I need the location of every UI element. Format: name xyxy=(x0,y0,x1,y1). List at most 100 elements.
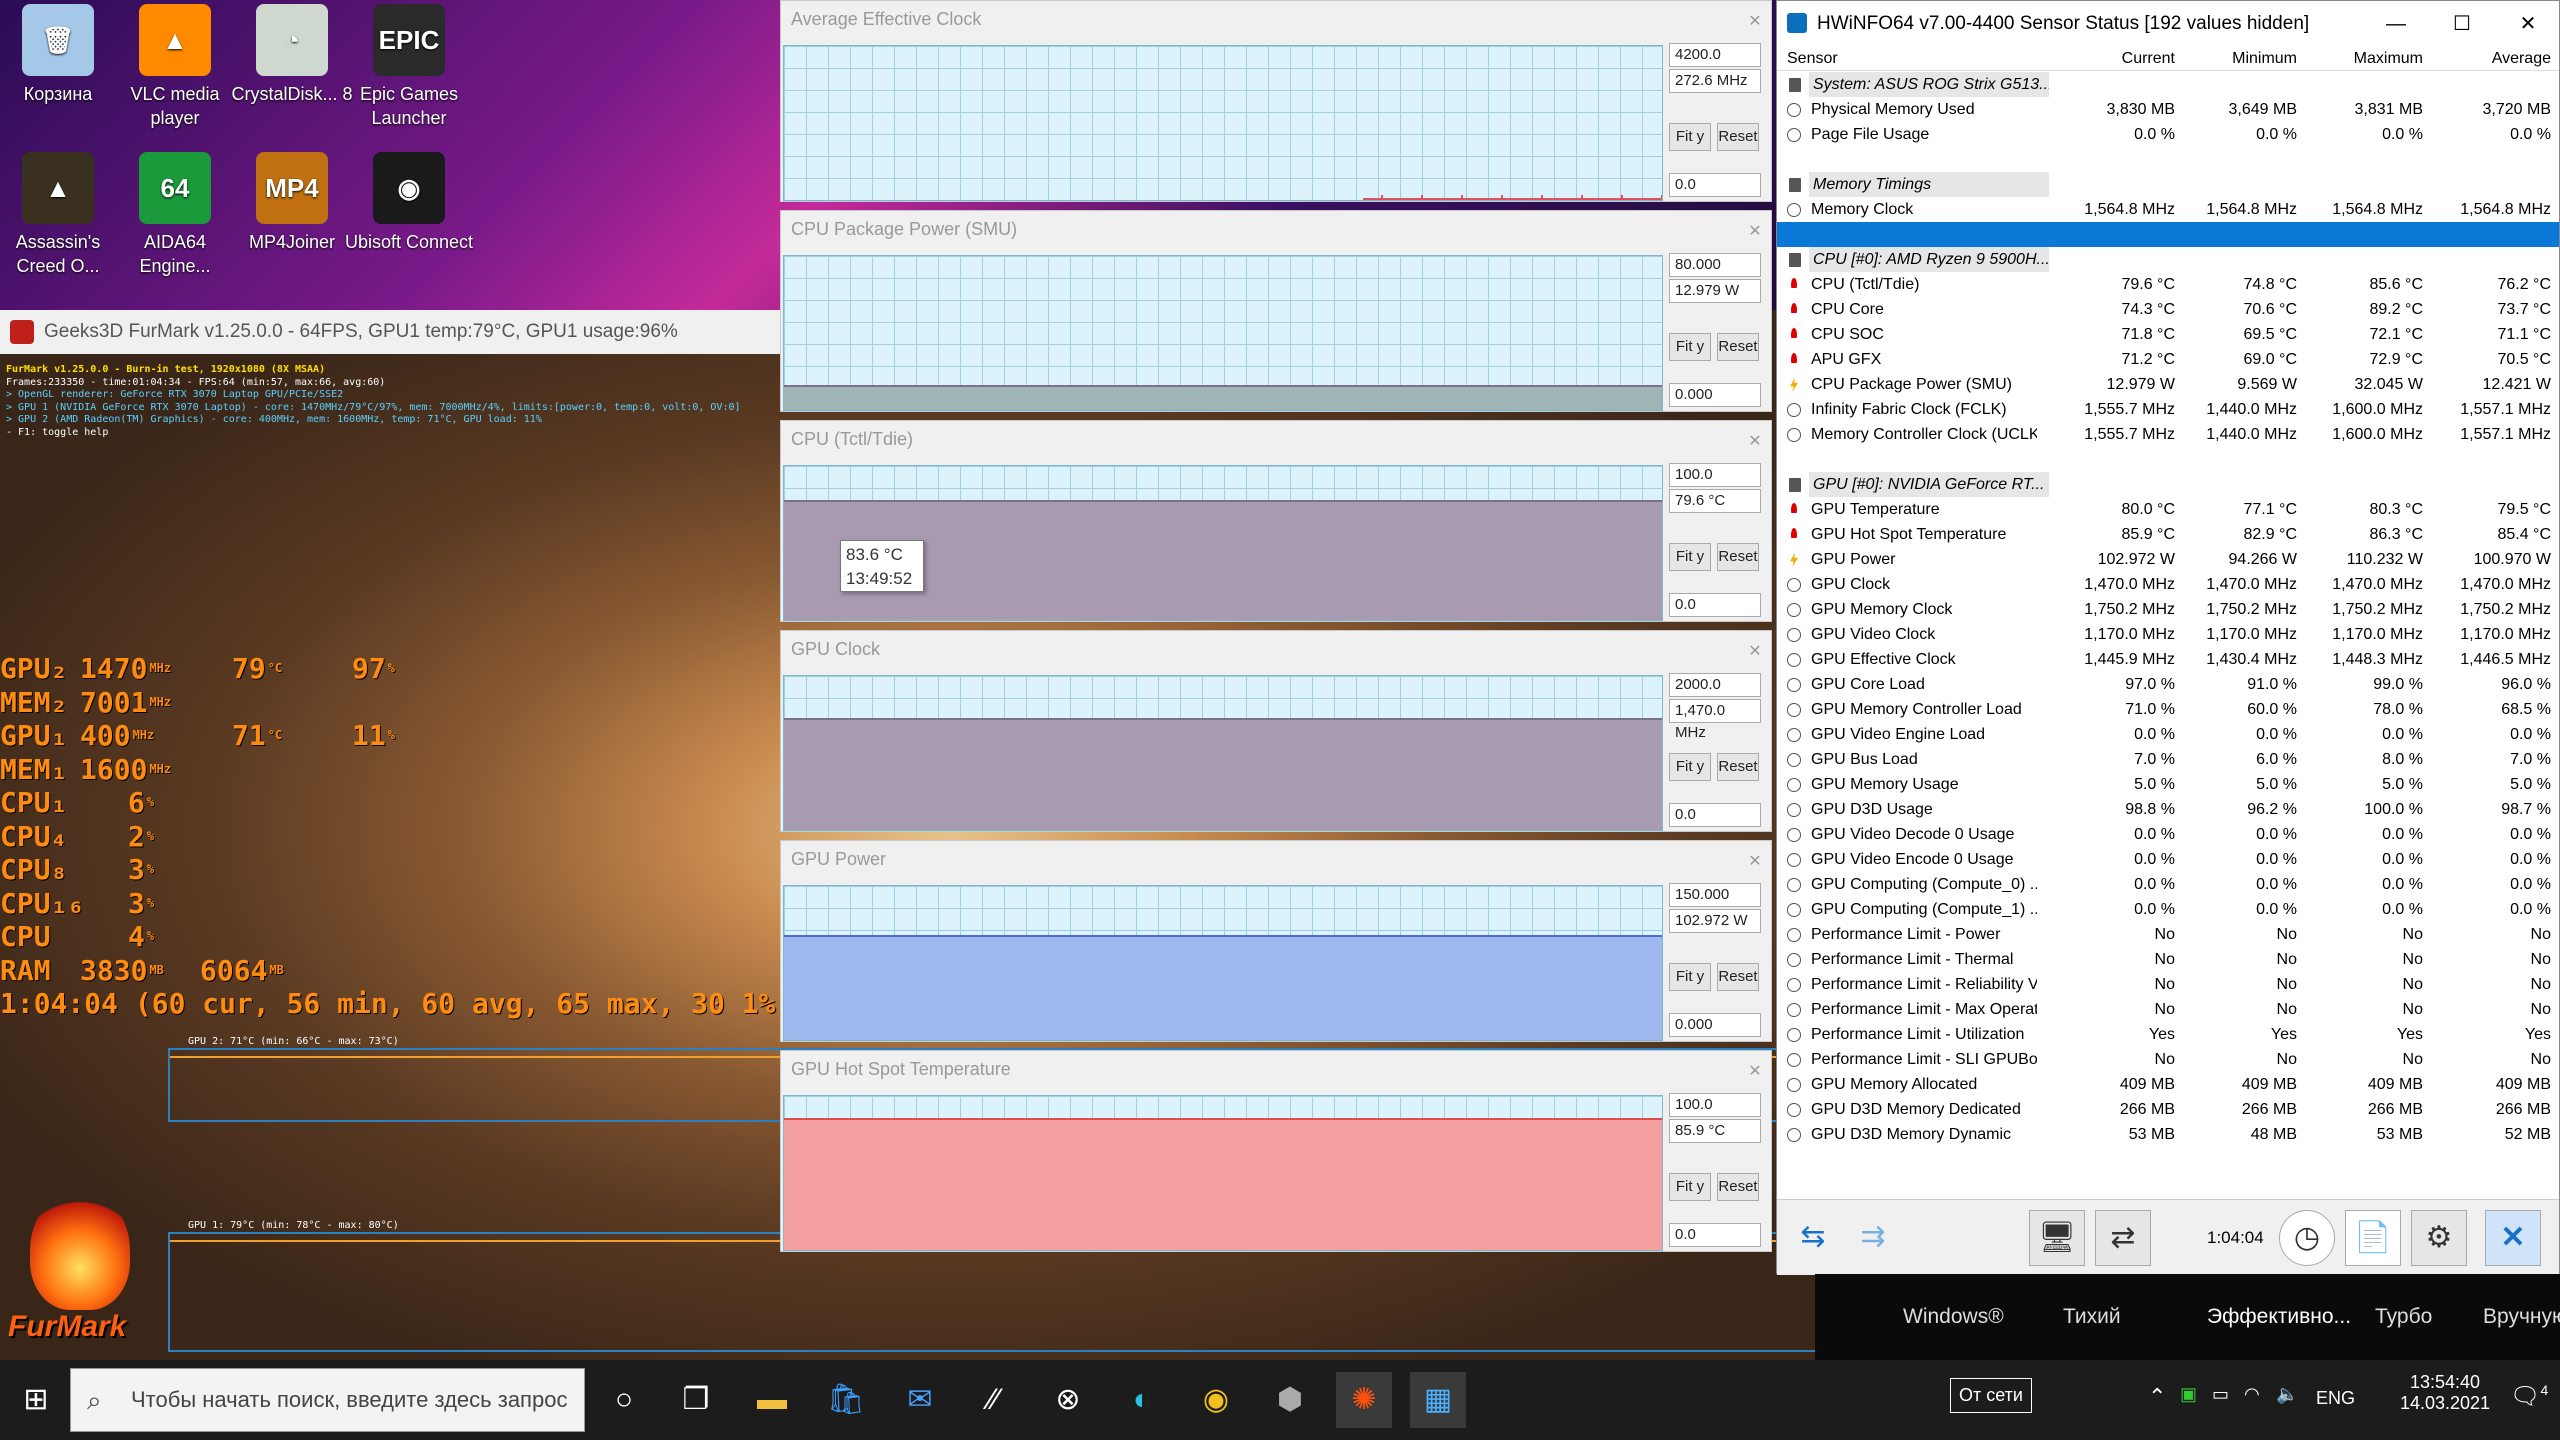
sensor-row[interactable]: GPU Memory Clock 1,750.2 MHz 1,750.2 MHz 1,… xyxy=(1777,597,2559,622)
steam-app-icon[interactable]: ⬢ xyxy=(1262,1372,1318,1428)
header-average[interactable]: Average xyxy=(2429,47,2551,71)
windows-start-icon[interactable]: ⊞ xyxy=(8,1372,64,1428)
fit-y-button[interactable]: Fit y xyxy=(1669,1173,1711,1201)
sensor-row[interactable]: Performance Limit - Power No No No No xyxy=(1777,922,2559,947)
fit-y-button[interactable]: Fit y xyxy=(1669,333,1711,361)
sensor-row[interactable]: GPU Video Clock 1,170.0 MHz 1,170.0 MHz 1,1… xyxy=(1777,622,2559,647)
fit-y-button[interactable]: Fit y xyxy=(1669,753,1711,781)
tray-app-icon[interactable]: ▣ xyxy=(2180,1384,2197,1405)
sensor-group-header[interactable]: GPU [#0]: NVIDIA GeForce RT... xyxy=(1777,472,2559,497)
sensor-group-header[interactable]: CPU [#0]: AMD Ryzen 9 5900H... xyxy=(1777,247,2559,272)
cortana-icon[interactable]: ○ xyxy=(596,1372,652,1428)
minimize-icon[interactable]: — xyxy=(2363,1,2429,47)
reset-button[interactable]: Reset xyxy=(1717,753,1759,781)
graph-close-icon[interactable]: ✕ xyxy=(1743,431,1767,455)
reset-button[interactable]: Reset xyxy=(1717,333,1759,361)
furmark-taskbar-icon[interactable]: ✺ xyxy=(1336,1372,1392,1428)
sensor-row[interactable]: CPU (Tctl/Tdie) 79.6 °C 74.8 °C 85.6 °C 76.2… xyxy=(1777,272,2559,297)
sensor-row[interactable]: GPU Video Encode 0 Usage 0.0 % 0.0 % 0.0 % 0… xyxy=(1777,847,2559,872)
profile-option[interactable]: Тихий xyxy=(2063,1274,2121,1360)
clock[interactable]: 13:54:40 14.03.2021 xyxy=(2390,1372,2500,1414)
sensor-row[interactable]: GPU Bus Load 7.0 % 6.0 % 8.0 % 7.0 % xyxy=(1777,747,2559,772)
sensor-row[interactable]: GPU Video Decode 0 Usage 0.0 % 0.0 % 0.0 % 0… xyxy=(1777,822,2559,847)
sensor-row[interactable]: Memory Controller Clock (UCLK) 1,555.7 MH… xyxy=(1777,422,2559,447)
network-icon[interactable]: ⇄ xyxy=(2095,1210,2151,1266)
sensor-row[interactable]: Page File Usage 0.0 % 0.0 % 0.0 % 0.0 % xyxy=(1777,122,2559,147)
store-icon[interactable]: 🛍 xyxy=(818,1372,874,1428)
graph-close-icon[interactable]: ✕ xyxy=(1743,1061,1767,1085)
sensor-row[interactable]: CPU SOC 71.8 °C 69.5 °C 72.1 °C 71.1 °C xyxy=(1777,322,2559,347)
reset-button[interactable]: Reset xyxy=(1717,1173,1759,1201)
desktop-icon[interactable]: ◉ Ubisoft Connect xyxy=(343,148,475,254)
fit-y-button[interactable]: Fit y xyxy=(1669,123,1711,151)
profile-option[interactable]: Эффективно... xyxy=(2207,1274,2351,1360)
desktop-icon[interactable]: ▲ Assassin's Creed O... xyxy=(0,148,124,278)
graph-close-icon[interactable]: ✕ xyxy=(1743,221,1767,245)
header-current[interactable]: Current xyxy=(2055,47,2175,71)
sensor-row[interactable]: GPU D3D Memory Dynamic 53 MB 48 MB 53 MB 52 … xyxy=(1777,1122,2559,1147)
chrome-icon[interactable]: ◉ xyxy=(1188,1372,1244,1428)
header-sensor[interactable]: Sensor xyxy=(1787,47,2047,71)
sensor-row[interactable]: GPU Hot Spot Temperature 85.9 °C 82.9 °C 86… xyxy=(1777,522,2559,547)
header-minimum[interactable]: Minimum xyxy=(2179,47,2297,71)
expand-arrows-icon[interactable]: ⇆ xyxy=(1785,1210,1841,1266)
furmark-title-bar[interactable]: Geeks3D FurMark v1.25.0.0 - 64FPS, GPU1 … xyxy=(0,310,780,354)
sensor-row[interactable]: CPU Package Power (SMU) 12.979 W 9.569 W 32… xyxy=(1777,372,2559,397)
graph-close-icon[interactable]: ✕ xyxy=(1743,641,1767,665)
sensor-row[interactable]: Performance Limit - Max Operat... No No No N… xyxy=(1777,997,2559,1022)
sensor-row[interactable]: CPU Core 74.3 °C 70.6 °C 89.2 °C 73.7 °C xyxy=(1777,297,2559,322)
reset-button[interactable]: Reset xyxy=(1717,543,1759,571)
graph-close-icon[interactable]: ✕ xyxy=(1743,851,1767,875)
desktop-icon[interactable]: ◔ CrystalDisk... 8 xyxy=(226,0,358,106)
sensor-group-header[interactable]: System: ASUS ROG Strix G513... xyxy=(1777,72,2559,97)
edge-icon[interactable]: ◐ xyxy=(1114,1372,1170,1428)
sensor-row[interactable]: APU GFX 71.2 °C 69.0 °C 72.9 °C 70.5 °C xyxy=(1777,347,2559,372)
sensor-row[interactable]: Performance Limit - Reliability V... No No… xyxy=(1777,972,2559,997)
sensor-row[interactable]: GPU D3D Usage 98.8 % 96.2 % 100.0 % 98.7 % xyxy=(1777,797,2559,822)
add-report-icon[interactable]: 📄 xyxy=(2345,1210,2401,1266)
task-view-icon[interactable]: ❐ xyxy=(668,1372,724,1428)
sensor-row[interactable]: GPU Computing (Compute_1) ... 0.0 % 0.0 % 0… xyxy=(1777,897,2559,922)
sensor-row[interactable]: GPU Effective Clock 1,445.9 MHz 1,430.4 MH… xyxy=(1777,647,2559,672)
notification-icon[interactable]: 🗨4 xyxy=(2510,1382,2548,1411)
battery-icon[interactable]: ▭ xyxy=(2212,1384,2229,1405)
maximize-icon[interactable]: ☐ xyxy=(2429,1,2495,47)
xbox-icon[interactable]: ⊗ xyxy=(1040,1372,1096,1428)
taskbar-search[interactable]: ⌕ Чтобы начать поиск, введите здесь запр… xyxy=(70,1368,585,1432)
sensor-row[interactable]: GPU Power 102.972 W 94.266 W 110.232 W 100.9… xyxy=(1777,547,2559,572)
ai-app-icon[interactable]: ⁄⁄ xyxy=(966,1372,1022,1428)
reset-button[interactable]: Reset xyxy=(1717,963,1759,991)
profile-option[interactable]: Турбо xyxy=(2375,1274,2432,1360)
desktop-icon[interactable]: 64 AIDA64 Engine... xyxy=(109,148,241,278)
reset-button[interactable]: Reset xyxy=(1717,123,1759,151)
file-explorer-icon[interactable]: ▬ xyxy=(744,1372,800,1428)
chevron-up-icon[interactable]: ⌃ xyxy=(2148,1384,2166,1410)
sensor-row[interactable]: Memory Clock 1,564.8 MHz 1,564.8 MHz 1,564.… xyxy=(1777,197,2559,222)
sensor-row[interactable]: GPU Memory Allocated 409 MB 409 MB 409 MB 40… xyxy=(1777,1072,2559,1097)
sensor-row[interactable]: Performance Limit - Utilization Yes Yes Yes… xyxy=(1777,1022,2559,1047)
volume-icon[interactable]: 🔈 xyxy=(2276,1384,2298,1405)
mail-icon[interactable]: ✉ xyxy=(892,1372,948,1428)
desktop-icon[interactable]: ▲ VLC media player xyxy=(109,0,241,130)
power-mode-badge[interactable]: От сети xyxy=(1950,1378,2032,1413)
sensor-group-header[interactable]: Memory Timings xyxy=(1777,172,2559,197)
header-maximum[interactable]: Maximum xyxy=(2305,47,2423,71)
sensor-row[interactable]: GPU Video Engine Load 0.0 % 0.0 % 0.0 % 0.0 … xyxy=(1777,722,2559,747)
sensor-row[interactable]: Physical Memory Used 3,830 MB 3,649 MB 3,83… xyxy=(1777,97,2559,122)
sensor-monitor-icon[interactable]: 🖥 xyxy=(2029,1210,2085,1266)
fit-y-button[interactable]: Fit y xyxy=(1669,963,1711,991)
sensor-row[interactable]: GPU Temperature 80.0 °C 77.1 °C 80.3 °C 79.5… xyxy=(1777,497,2559,522)
sensor-row[interactable]: GPU Memory Controller Load 71.0 % 60.0 % 78… xyxy=(1777,697,2559,722)
profile-option[interactable]: Вручную xyxy=(2483,1274,2560,1360)
wifi-icon[interactable]: ◠ xyxy=(2244,1384,2260,1405)
profile-option[interactable]: Windows® xyxy=(1903,1274,2004,1360)
close-icon[interactable]: ✕ xyxy=(2495,1,2560,47)
sensor-row[interactable]: Performance Limit - Thermal No No No No xyxy=(1777,947,2559,972)
fit-y-button[interactable]: Fit y xyxy=(1669,543,1711,571)
sensor-row[interactable]: GPU Memory Usage 5.0 % 5.0 % 5.0 % 5.0 % xyxy=(1777,772,2559,797)
clock-icon[interactable]: ◷ xyxy=(2279,1210,2335,1266)
desktop-icon[interactable]: EPIC Epic Games Launcher xyxy=(343,0,475,130)
desktop-icon[interactable]: 🗑 Корзина xyxy=(0,0,124,106)
sensor-row[interactable]: GPU Clock 1,470.0 MHz 1,470.0 MHz 1,470.0 M… xyxy=(1777,572,2559,597)
sensor-row[interactable]: GPU D3D Memory Dedicated 266 MB 266 MB 266 … xyxy=(1777,1097,2559,1122)
